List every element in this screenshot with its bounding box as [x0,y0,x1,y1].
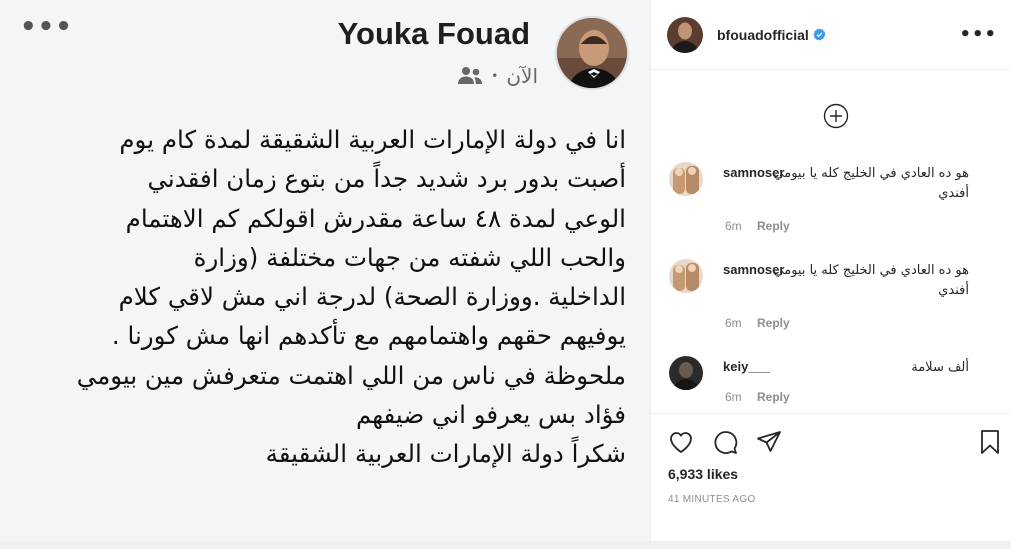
reply-button[interactable]: Reply [757,219,790,233]
plus-circle-icon[interactable] [823,103,849,129]
comments-list: samnoser هو ده العادي في الخليج كله يا ب… [651,71,1011,413]
comment-time: 6m [725,390,742,404]
reply-button[interactable]: Reply [757,390,790,404]
heart-icon[interactable] [667,428,695,456]
post-image: ••• Youka Fouad الآن • انا في دولة الإما… [0,0,650,549]
post-body-line: والحب اللي شفته من جهات مختلفة (وزارة [193,242,626,272]
reply-button[interactable]: Reply [757,316,790,330]
instagram-side-panel: bfouadofficial ••• samnoser هو ده العادي… [650,0,1011,549]
comment-text: هو ده العادي في الخليج كله يا بيومي أفند… [773,166,969,201]
comment-item: samnoser هو ده العادي في الخليج كله يا ب… [669,259,999,330]
comment-meta: 6m Reply [725,316,790,330]
post-time: 41 MINUTES AGO [668,494,756,505]
comment-meta: 6m Reply [725,390,790,404]
verified-badge-icon [813,28,826,41]
post-actions: 6,933 likes 41 MINUTES AGO [651,413,1011,549]
commenter-username[interactable]: keiy___ [723,359,770,374]
account-avatar[interactable] [667,16,703,53]
commenter-avatar[interactable] [669,259,703,293]
comment-text: هو ده العادي في الخليج كله يا بيومي أفند… [773,263,969,298]
more-horizontal-icon: ••• [20,12,73,42]
post-body-line: انا في دولة الإمارات العربية الشقيقة لمد… [119,125,626,154]
post-body: انا في دولة الإمارات العربية الشقيقة لمد… [10,120,626,474]
post-header: bfouadofficial ••• [651,0,1011,70]
post-body-line: الوعي لمدة ٤٨ ساعة مقدرش اقولكم كم الاهت… [125,203,626,233]
author-avatar [555,16,629,90]
bookmark-icon[interactable] [976,428,1004,456]
post-meta: الآن • [457,64,538,88]
account-username[interactable]: bfouadofficial [717,27,809,43]
comment-meta: 6m Reply [725,219,790,233]
comment-time: 6m [725,219,742,233]
comment-item: samnoser هو ده العادي في الخليج كله يا ب… [669,162,999,233]
comment-icon[interactable] [711,428,739,456]
comment-time: 6m [725,316,742,330]
post-timestamp: الآن [506,64,538,88]
post-author-name: Youka Fouad [337,16,530,51]
send-icon[interactable] [755,428,783,456]
commenter-avatar[interactable] [669,356,703,390]
post-body-line: ملحوظة في ناس من اللي اهتمت متعرفش مين ب… [76,360,626,390]
page-bottom-strip [0,541,1011,549]
meta-separator: • [491,69,499,83]
more-horizontal-icon[interactable]: ••• [959,24,997,45]
post-body-line: أصبت بدور برد شديد جداً من بتوع زمان افق… [147,164,626,194]
post-body-line: فؤاد بس يعرفو اني ضيفهم [355,400,626,430]
commenter-avatar[interactable] [669,162,703,196]
comment-text: ألف سلامة [911,360,969,375]
likes-count[interactable]: 6,933 likes [668,466,738,482]
post-body-line: شكراً دولة الإمارات العربية الشقيقة [265,439,626,469]
post-body-line: الداخلية .ووزارة الصحة) لدرجة اني مش لاق… [118,282,626,312]
post-body-line: يوفيهم حقهم واهتمامهم مع تأكدهم انها مش … [111,321,626,351]
friends-icon [458,67,483,84]
